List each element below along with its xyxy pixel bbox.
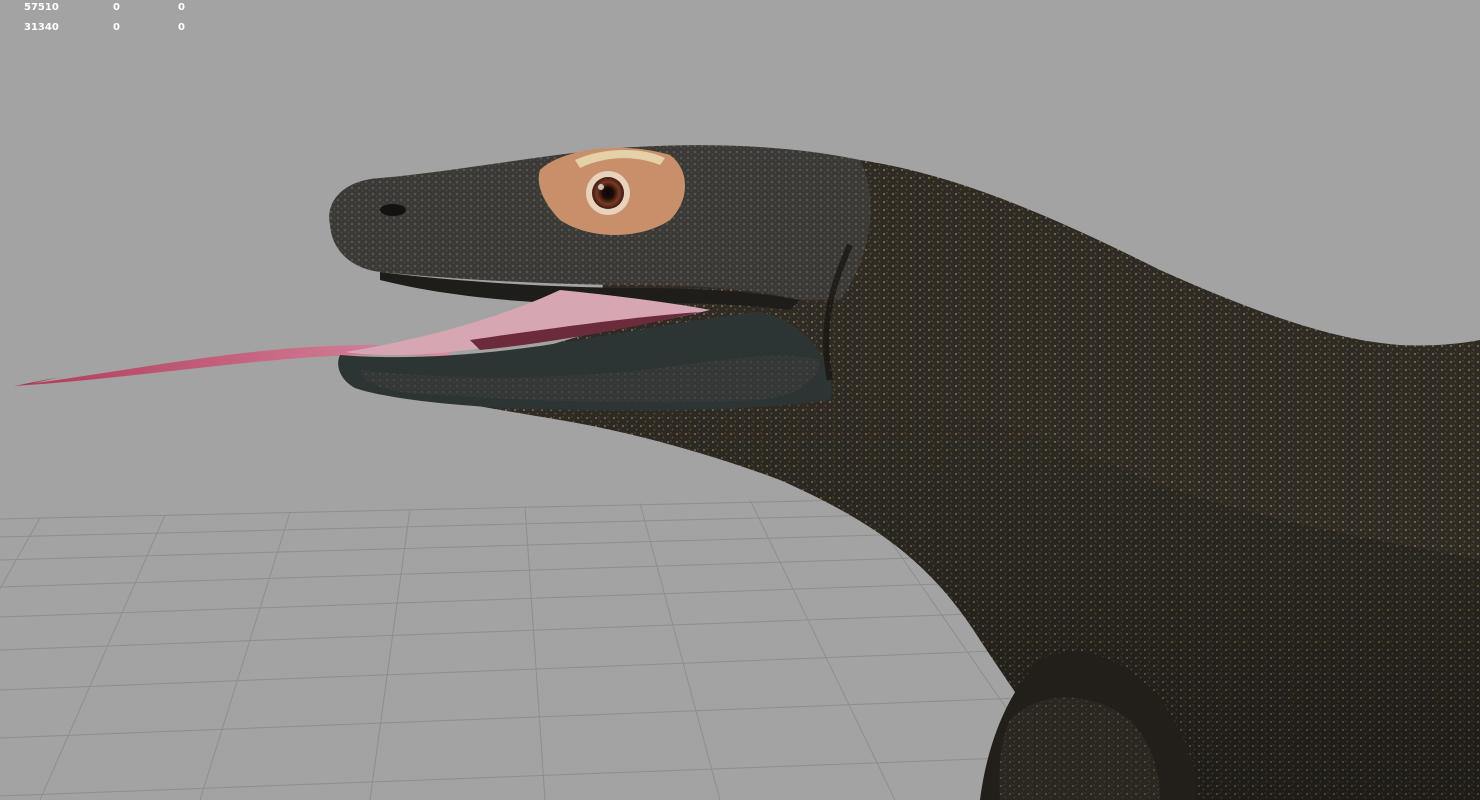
eye-iris	[592, 177, 624, 209]
eye-highlight	[598, 184, 604, 190]
stats-value: 0	[178, 22, 185, 33]
nostril	[380, 204, 406, 216]
stats-row: 31340 0 0	[0, 22, 200, 36]
viewport-scene[interactable]	[0, 0, 1480, 800]
stats-overlay: 57510 0 0 31340 0 0	[0, 0, 200, 40]
stats-row: 57510 0 0	[0, 2, 200, 16]
stats-value: 0	[113, 2, 120, 13]
stats-value: 0	[113, 22, 120, 33]
stats-value: 57510	[24, 2, 59, 13]
stats-value: 31340	[24, 22, 59, 33]
stats-value: 0	[178, 2, 185, 13]
komodo-dragon-model[interactable]	[14, 145, 1480, 800]
3d-viewport[interactable]: 57510 0 0 31340 0 0	[0, 0, 1480, 800]
